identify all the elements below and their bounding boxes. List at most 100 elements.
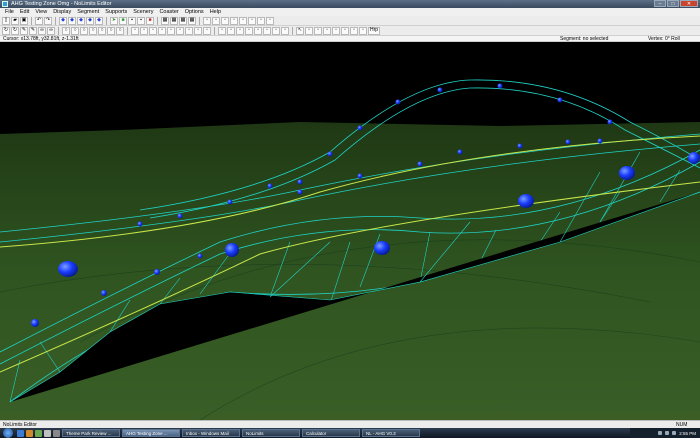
tool-icon[interactable]: ▫ [212,16,220,25]
tool-icon[interactable]: ▫ [218,26,226,35]
tool-icon[interactable]: ▫ [140,26,148,35]
maximize-button[interactable]: □ [667,0,679,7]
tool-icon[interactable]: ▫ [185,26,193,35]
tool-icon[interactable]: ▫ [245,26,253,35]
circle-icon[interactable]: ○ [62,26,70,35]
quicklaunch-app-icon[interactable] [53,429,60,437]
tool-icon[interactable]: ▫ [230,16,238,25]
rotate-icon[interactable]: ↻ [2,26,10,35]
arrow-icon[interactable]: ➤ [110,16,118,25]
circle-icon[interactable]: ○ [80,26,88,35]
quicklaunch-folder-icon[interactable] [26,429,33,437]
circle-icon[interactable]: ○ [107,26,115,35]
tool-icon[interactable]: ▫ [254,26,262,35]
open-icon[interactable]: ▰ [11,16,19,25]
tool-icon[interactable]: ▫ [203,26,211,35]
tool-icon[interactable]: ▫ [350,26,358,35]
menu-display[interactable]: Display [50,9,74,15]
start-button[interactable] [3,428,13,438]
menu-scenery[interactable]: Scenery [130,9,156,15]
tool-icon[interactable]: ▫ [305,26,313,35]
cursor-icon[interactable]: ↖ [296,26,304,35]
menu-file[interactable]: File [2,9,17,15]
close-button[interactable]: ✕ [680,0,698,7]
menu-edit[interactable]: Edit [17,9,32,15]
gray-icon[interactable]: ▪ [128,16,136,25]
quicklaunch-desktop-icon[interactable] [44,429,51,437]
tool-icon[interactable]: ▫ [227,26,235,35]
tool-icon[interactable]: ▫ [272,26,280,35]
redo-icon[interactable]: ↷ [44,16,52,25]
red-icon[interactable]: ■ [146,16,154,25]
taskbar-button[interactable]: NoLimits [242,429,300,437]
tool-icon[interactable]: ▫ [263,26,271,35]
tool-icon[interactable]: ▫ [281,26,289,35]
tool-icon[interactable]: ▫ [359,26,367,35]
tool-icon[interactable]: ▫ [149,26,157,35]
undo-icon[interactable]: ↶ [35,16,43,25]
3d-viewport[interactable] [0,42,700,420]
tool-icon[interactable]: ▫ [239,16,247,25]
menu-coaster[interactable]: Coaster [156,9,181,15]
tool-icon[interactable]: ▫ [341,26,349,35]
quicklaunch-media-icon[interactable] [35,429,42,437]
task-buttons: Theme Park Review ... AHG Testing Zone ..… [62,429,422,437]
app-icon [2,1,8,7]
taskbar-button[interactable]: Theme Park Review ... [62,429,120,437]
taskbar-button[interactable]: Inbox - Windows Mail [182,429,240,437]
taskbar-button[interactable]: NL - AHG V0.3 [362,429,420,437]
volume-icon[interactable] [665,431,670,435]
clock[interactable]: 2:55 PM [679,431,696,436]
window-title: AHG Testing Zone Omg - NoLimits Editor [11,1,112,7]
grid-icon[interactable]: ▦ [161,16,169,25]
tool-icon[interactable]: ▫ [236,26,244,35]
menu-help[interactable]: Help [207,9,224,15]
quicklaunch-ie-icon[interactable] [17,429,24,437]
tool-icon[interactable]: ▫ [203,16,211,25]
green-icon[interactable]: ■ [119,16,127,25]
taskbar-button[interactable]: AHG Testing Zone ... [122,429,180,437]
blue-track-icon[interactable]: ◆ [86,16,94,25]
grid-icon[interactable]: ▦ [170,16,178,25]
circle-icon[interactable]: ○ [89,26,97,35]
network-icon[interactable] [658,431,663,435]
tool-icon[interactable]: ▫ [221,16,229,25]
tool-icon[interactable]: ▫ [323,26,331,35]
blue-track-icon[interactable]: ◆ [68,16,76,25]
new-icon[interactable]: ▯ [2,16,10,25]
blue-track-icon[interactable]: ◆ [95,16,103,25]
menu-segment[interactable]: Segment [74,9,102,15]
tool-icon[interactable]: ▫ [194,26,202,35]
menu-view[interactable]: View [32,9,50,15]
tool-icon[interactable]: ▫ [131,26,139,35]
tool-icon[interactable]: ▫ [176,26,184,35]
taskbar-button[interactable]: Calculator [302,429,360,437]
tool-icon[interactable]: ▫ [332,26,340,35]
grid-icon[interactable]: ▦ [179,16,187,25]
toolbar-separator [58,26,59,35]
rotate-icon[interactable]: ↻ [11,26,19,35]
tool-icon[interactable]: ▫ [257,16,265,25]
pen-icon[interactable]: ✎ [20,26,28,35]
tool-icon[interactable]: ▫ [248,16,256,25]
menu-supports[interactable]: Supports [102,9,130,15]
tool-icon[interactable]: ▫ [167,26,175,35]
tool-icon[interactable]: ▫ [266,16,274,25]
blue-track-icon[interactable]: ◆ [59,16,67,25]
minimize-button[interactable]: – [654,0,666,7]
menu-options[interactable]: Options [182,9,207,15]
circle-icon[interactable]: ○ [116,26,124,35]
blue-track-icon[interactable]: ◆ [77,16,85,25]
hrp-button[interactable]: Hrp [368,26,380,35]
tool-icon[interactable]: ▫ [314,26,322,35]
grid-icon[interactable]: ▦ [188,16,196,25]
pen-icon[interactable]: ✎ [29,26,37,35]
link-icon[interactable]: ∞ [38,26,46,35]
save-icon[interactable]: ▣ [20,16,28,25]
circle-icon[interactable]: ○ [98,26,106,35]
link-icon[interactable]: ∞ [47,26,55,35]
tool-icon[interactable]: ▫ [158,26,166,35]
gray-icon[interactable]: ▪ [137,16,145,25]
circle-icon[interactable]: ○ [71,26,79,35]
battery-icon[interactable] [672,431,677,435]
